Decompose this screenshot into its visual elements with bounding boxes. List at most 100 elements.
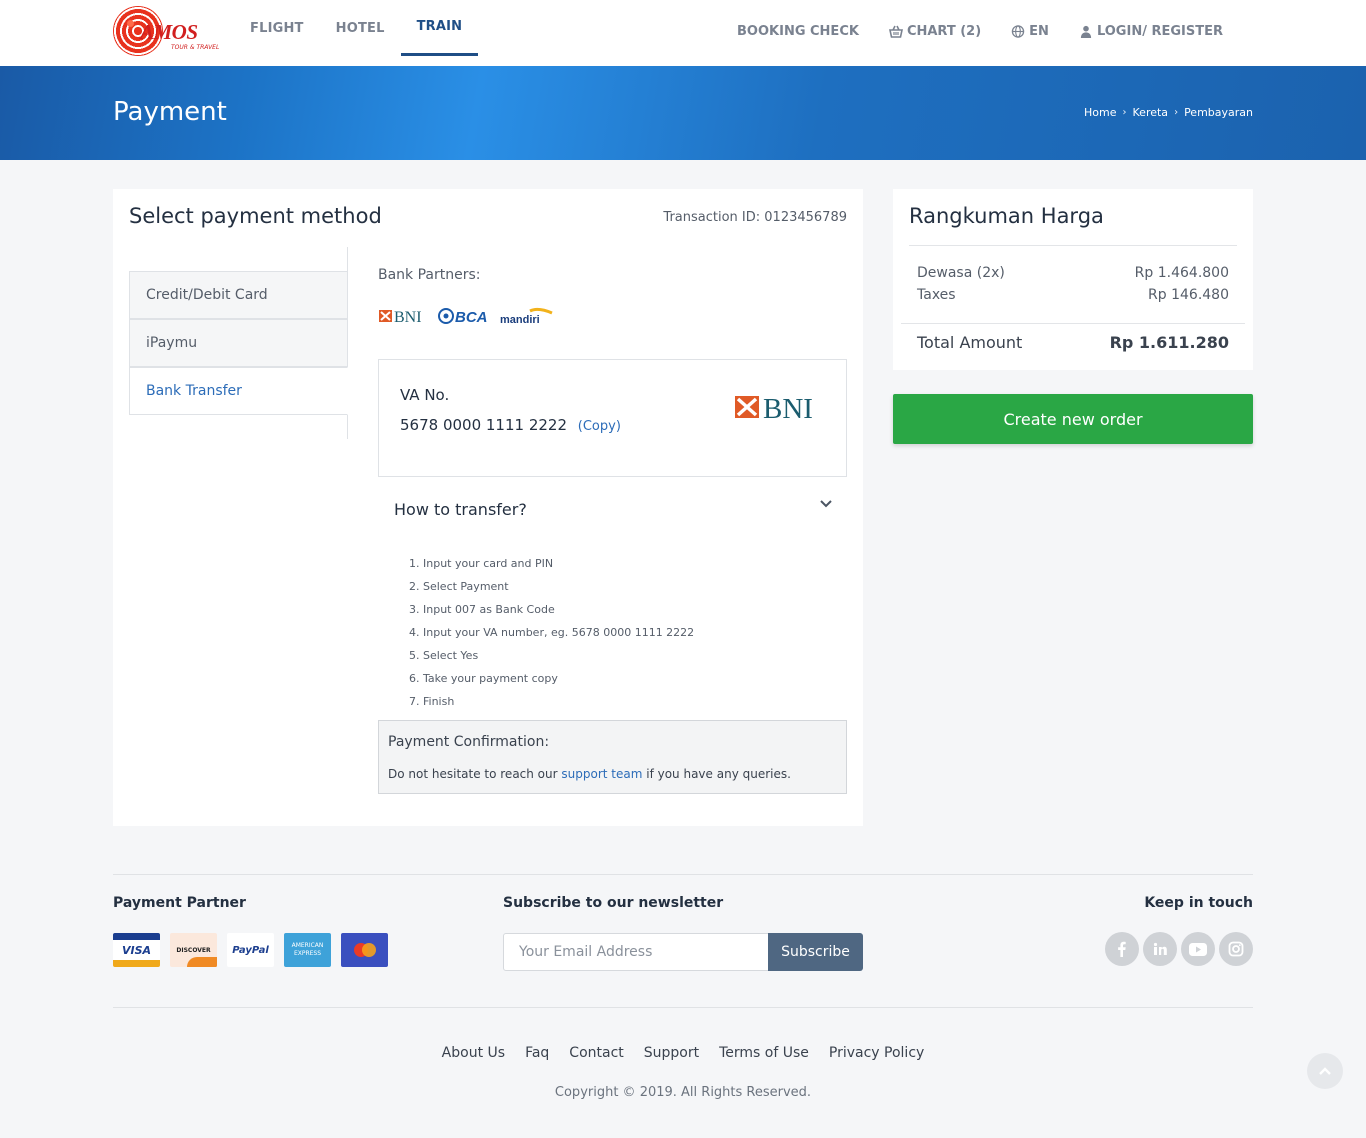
transfer-steps-list: 1. Input your card and PIN 2. Select Pay… (409, 557, 694, 718)
transfer-step: 7. Finish (409, 695, 455, 708)
mastercard-card-icon (341, 933, 388, 967)
footer-divider (113, 1007, 1253, 1008)
scroll-to-top-button[interactable] (1307, 1053, 1343, 1089)
linkedin-icon[interactable] (1143, 932, 1177, 966)
summary-row-dewasa: Dewasa (2x) Rp 1.464.800 (917, 265, 1229, 281)
footer-link-privacy-policy[interactable]: Privacy Policy (829, 1045, 924, 1061)
transfer-step: 4. Input your VA number, eg. 5678 0000 1… (409, 626, 695, 639)
tab-ipaymu[interactable]: iPaymu (129, 319, 348, 367)
footer-link-contact[interactable]: Contact (569, 1045, 623, 1061)
summary-total-row: Total Amount Rp 1.611.280 (917, 333, 1229, 352)
payment-confirmation-text: Do not hesitate to reach our support tea… (388, 767, 791, 781)
tab-bank-transfer[interactable]: Bank Transfer (129, 367, 348, 415)
footer-divider (113, 874, 1253, 875)
confirmation-text-after: if you have any queries. (642, 767, 791, 781)
discover-card-label: DISCOVER (176, 946, 211, 954)
total-amount-label: Total Amount (917, 333, 1023, 352)
transaction-id-label: Transaction ID: (663, 210, 765, 225)
copyright-text: Copyright © 2019. All Rights Reserved. (554, 1085, 812, 1100)
language-selector[interactable]: EN (1011, 24, 1049, 39)
divider (909, 245, 1237, 246)
chevron-up-icon (1319, 1067, 1331, 1075)
newsletter-title: Subscribe to our newsletter (503, 895, 724, 911)
instagram-icon[interactable] (1219, 932, 1253, 966)
visa-card-icon: VISA (113, 933, 160, 967)
top-navbar: AMOS TOUR & TRAVEL FLIGHT HOTEL TRAIN BO… (0, 0, 1366, 66)
virtual-account-box: VA No. 5678 0000 1111 2222 (Copy) BNI (378, 359, 847, 477)
footer-link-faq[interactable]: Faq (525, 1045, 549, 1061)
bank-partners-label: Bank Partners: (378, 267, 481, 283)
summary-row-value: Rp 1.464.800 (1134, 265, 1229, 281)
footer-link-terms-of-use[interactable]: Terms of Use (719, 1045, 809, 1061)
footer-link-about-us[interactable]: About Us (442, 1045, 505, 1061)
payment-partner-title: Payment Partner (113, 895, 246, 911)
facebook-icon[interactable] (1105, 932, 1139, 966)
confirmation-text-before: Do not hesitate to reach our (388, 767, 562, 781)
discover-card-icon: DISCOVER (170, 933, 217, 967)
create-new-order-button[interactable]: Create new order (893, 394, 1253, 444)
how-to-transfer-toggle[interactable]: How to transfer? (394, 500, 527, 519)
page-banner: Payment Home › Kereta › Pembayaran (0, 66, 1366, 160)
price-summary-title: Rangkuman Harga (909, 204, 1104, 228)
chevron-right-icon: › (1122, 107, 1127, 118)
user-icon (1080, 25, 1092, 38)
breadcrumb-home[interactable]: Home (1084, 106, 1116, 119)
price-summary-card: Rangkuman Harga Dewasa (2x) Rp 1.464.800… (893, 189, 1253, 370)
summary-row-taxes: Taxes Rp 146.480 (917, 287, 1229, 303)
total-amount-value: Rp 1.611.280 (1109, 333, 1229, 352)
va-bank-logo-text: BNI (763, 393, 813, 422)
payment-tabs: Credit/Debit Card iPaymu Bank Transfer (129, 247, 348, 439)
mandiri-logo-text: mandiri (500, 314, 540, 325)
divider (901, 323, 1245, 324)
va-label: VA No. (400, 386, 450, 404)
keep-in-touch-title: Keep in touch (1144, 895, 1253, 911)
summary-row-value: Rp 146.480 (1148, 287, 1229, 303)
breadcrumb-kereta[interactable]: Kereta (1133, 106, 1169, 119)
transfer-step: 5. Select Yes (409, 649, 479, 662)
nav-train[interactable]: TRAIN (400, 0, 479, 56)
nav-hotel[interactable]: HOTEL (320, 0, 401, 56)
transaction-id: Transaction ID: 0123456789 (663, 210, 847, 225)
cart-label: CHART (2) (906, 23, 982, 39)
copy-va-button[interactable]: (Copy) (578, 419, 621, 434)
bca-logo-text: BCA (455, 309, 488, 325)
transaction-id-value: 0123456789 (764, 210, 847, 225)
page-title: Payment (113, 97, 227, 127)
youtube-icon[interactable] (1181, 932, 1215, 966)
subscribe-button[interactable]: Subscribe (768, 933, 863, 971)
payment-method-title: Select payment method (129, 204, 382, 228)
bca-logo: BCA (438, 308, 488, 325)
transfer-step: 2. Select Payment (409, 580, 509, 593)
footer-link-support[interactable]: Support (644, 1045, 699, 1061)
basket-icon (888, 25, 903, 38)
tab-credit-debit-card[interactable]: Credit/Debit Card (129, 271, 348, 319)
booking-check-label: BOOKING CHECK (737, 23, 859, 39)
booking-check-link[interactable]: BOOKING CHECK (737, 24, 859, 39)
payment-confirmation-title: Payment Confirmation: (388, 734, 550, 750)
globe-icon (1011, 24, 1025, 38)
nav-flight[interactable]: FLIGHT (234, 0, 320, 56)
bni-logo: BNI (379, 309, 422, 325)
cart-link[interactable]: CHART (2) (888, 23, 982, 39)
va-number: 5678 0000 1111 2222 (400, 416, 567, 434)
social-links (1105, 932, 1253, 966)
chevron-right-icon: › (1174, 107, 1179, 118)
amex-card-label: AMERICAN EXPRESS (291, 942, 324, 957)
login-label: LOGIN/ REGISTER (1096, 23, 1223, 39)
login-register-link[interactable]: LOGIN/ REGISTER (1079, 24, 1223, 39)
chevron-down-icon[interactable] (819, 497, 833, 511)
logo-text: AMOS (140, 20, 198, 44)
transfer-step: 6. Take your payment copy (409, 672, 558, 685)
footer-links: About Us Faq Contact Support Terms of Us… (0, 1045, 1366, 1061)
newsletter-email-input[interactable] (503, 933, 769, 971)
amos-logo[interactable]: AMOS TOUR & TRAVEL (113, 5, 219, 57)
va-number-row: 5678 0000 1111 2222 (Copy) (400, 416, 621, 434)
payment-confirmation-box: Payment Confirmation: Do not hesitate to… (378, 720, 847, 794)
summary-row-label: Taxes (917, 287, 956, 303)
transfer-step: 3. Input 007 as Bank Code (409, 603, 555, 616)
summary-row-label: Dewasa (2x) (917, 265, 1005, 281)
support-team-link[interactable]: support team (561, 767, 642, 781)
paypal-card-label: PayPal (232, 944, 269, 956)
payment-partner-cards: VISA DISCOVER PayPal AMERICAN EXPRESS (113, 933, 388, 967)
user-nav: BOOKING CHECK CHART (2) EN LOGIN/ REGIST… (737, 0, 1223, 62)
